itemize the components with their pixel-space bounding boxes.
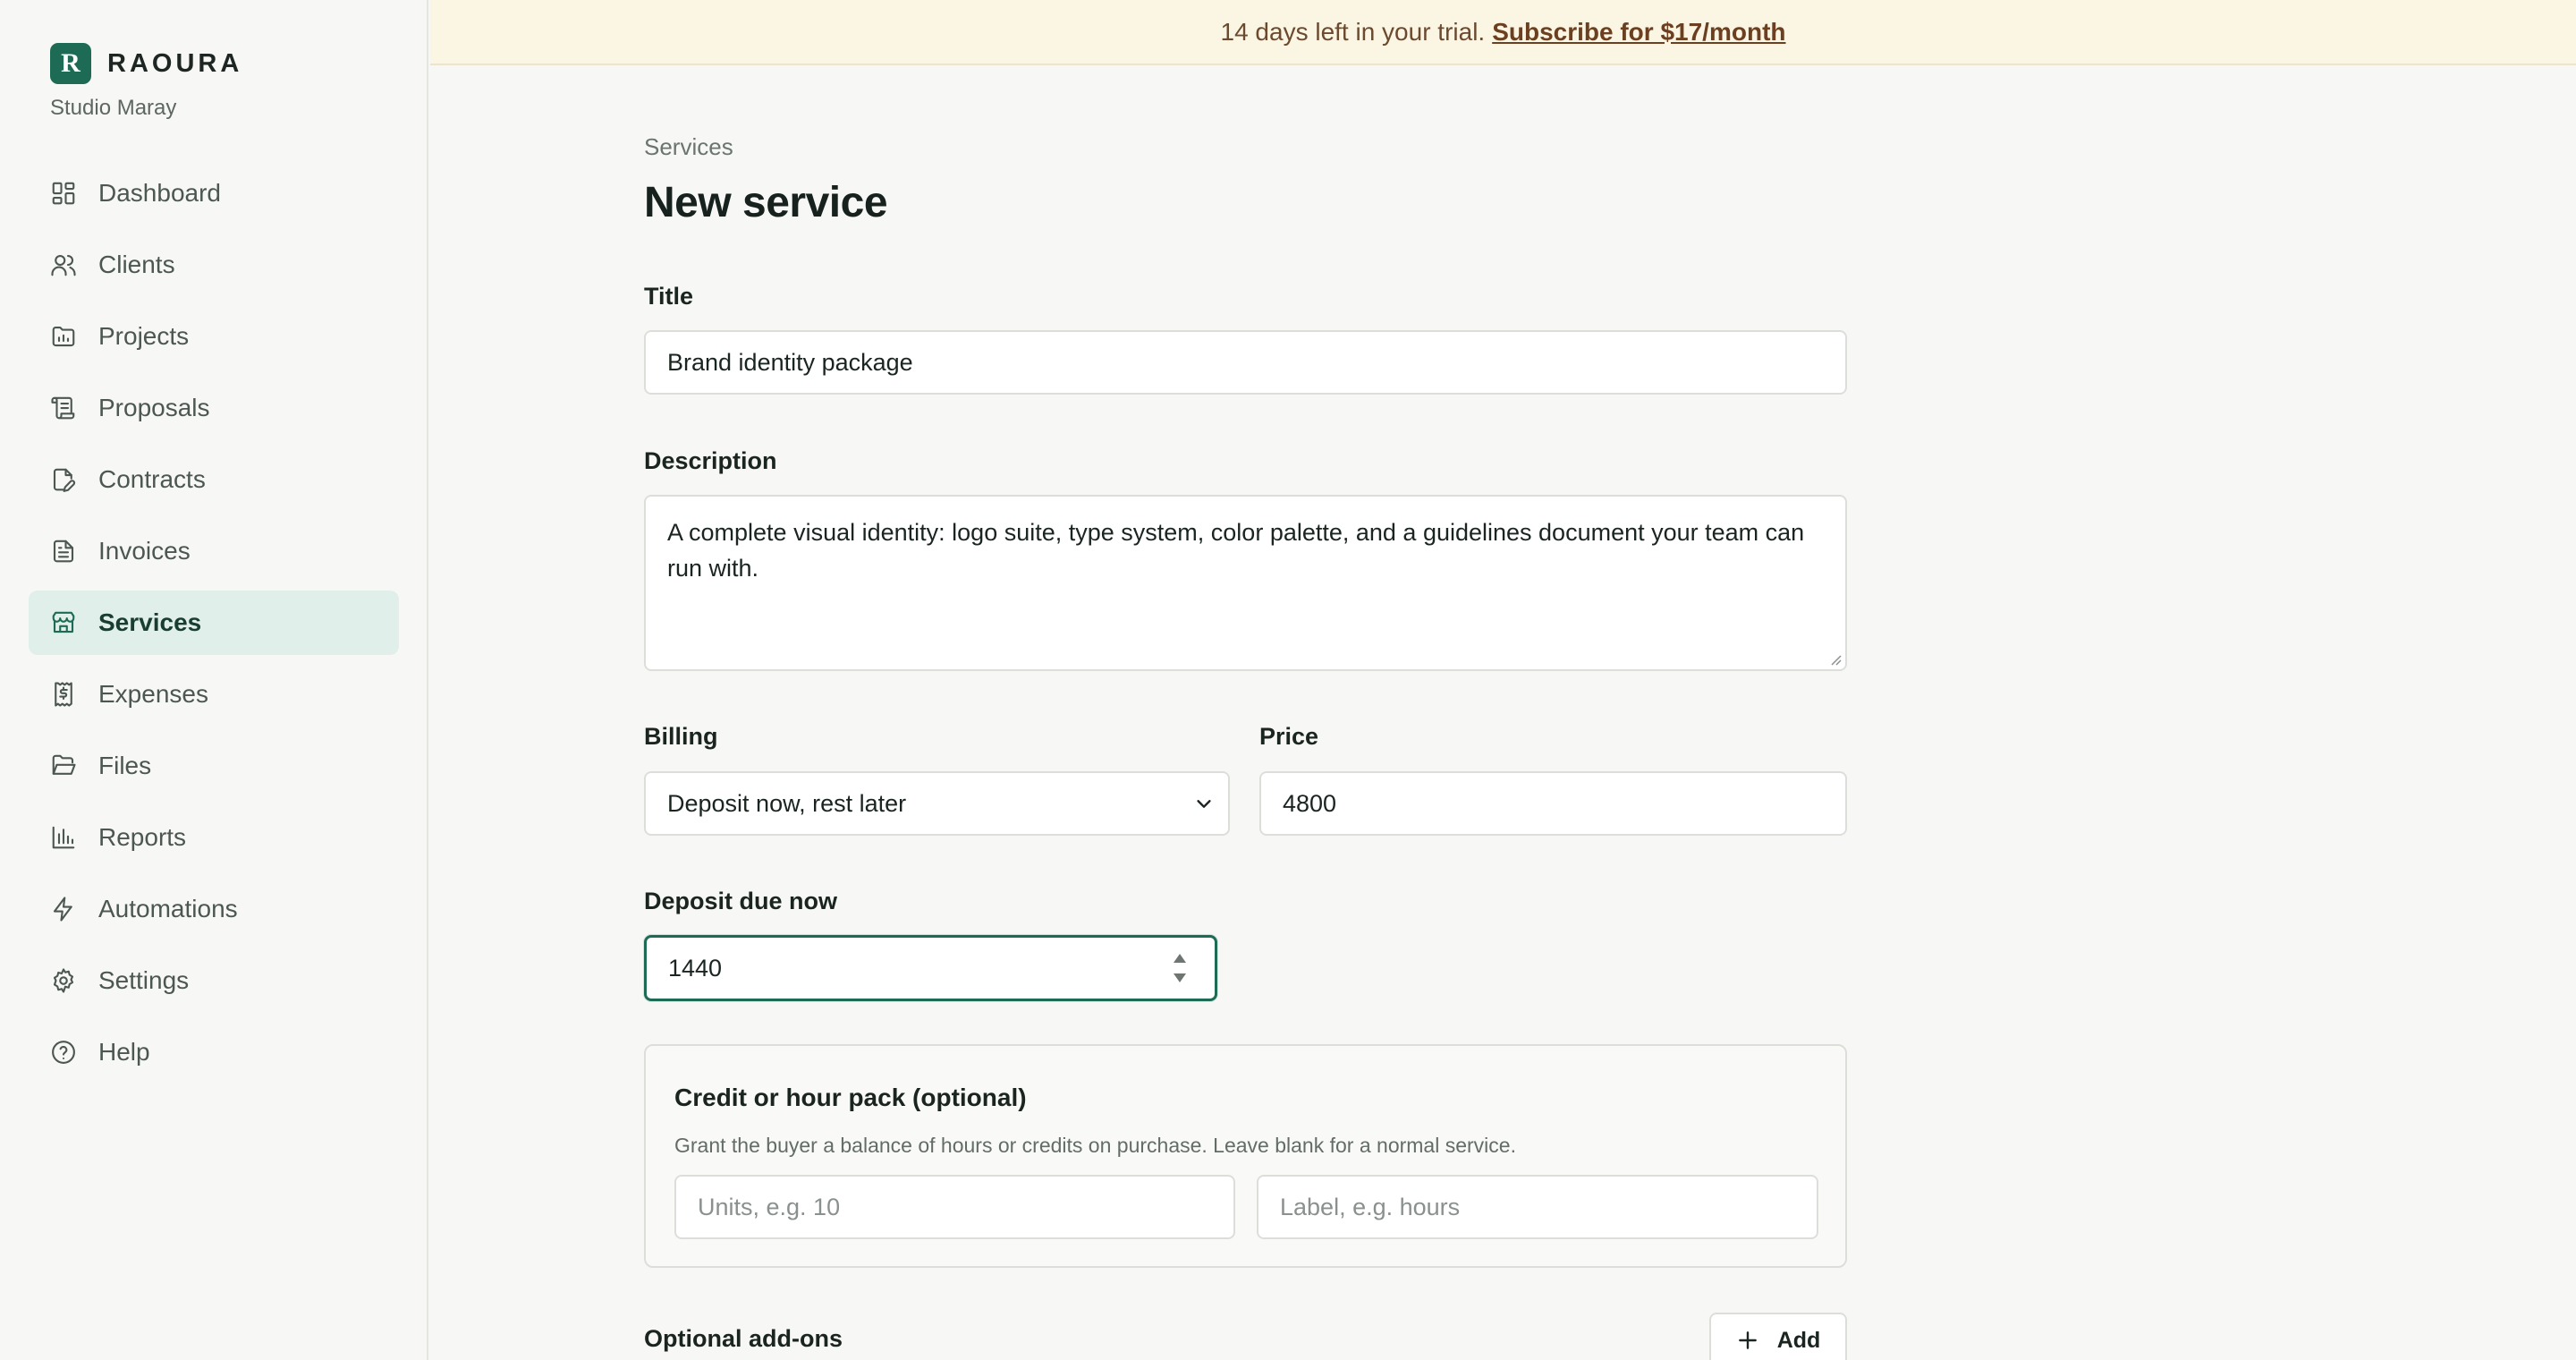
trial-banner-text: 14 days left in your trial. bbox=[1220, 17, 1486, 46]
sidebar-item-label: Settings bbox=[98, 966, 190, 994]
sidebar-item-label: Proposals bbox=[98, 394, 210, 421]
deposit-input[interactable]: 1440 bbox=[644, 935, 1217, 1001]
file-pen-icon bbox=[50, 466, 77, 493]
file-text-icon bbox=[50, 538, 77, 565]
plus-icon bbox=[1738, 1331, 1757, 1349]
sidebar-item-help[interactable]: Help bbox=[29, 1020, 399, 1084]
units-input[interactable]: Units, e.g. 10 bbox=[674, 1175, 1235, 1239]
sidebar-nav: Dashboard Clients Projects Proposals Con… bbox=[29, 161, 399, 1092]
subscribe-link[interactable]: Subscribe for $17/month bbox=[1492, 18, 1785, 47]
receipt-dollar-icon bbox=[50, 681, 77, 708]
sidebar-item-label: Contracts bbox=[98, 465, 206, 493]
sidebar-item-proposals[interactable]: Proposals bbox=[29, 376, 399, 440]
bar-chart-icon bbox=[50, 824, 77, 851]
billing-select[interactable]: Deposit now, rest later bbox=[644, 771, 1230, 836]
sidebar-item-settings[interactable]: Settings bbox=[29, 948, 399, 1013]
sidebar-item-expenses[interactable]: Expenses bbox=[29, 662, 399, 727]
unit-label-input[interactable]: Label, e.g. hours bbox=[1257, 1175, 1818, 1239]
sidebar-item-invoices[interactable]: Invoices bbox=[29, 519, 399, 583]
zap-icon bbox=[50, 896, 77, 922]
breadcrumb[interactable]: Services bbox=[644, 133, 733, 161]
store-icon bbox=[50, 609, 77, 636]
add-addon-button[interactable]: Add bbox=[1709, 1313, 1847, 1360]
sidebar: R RAOURA Studio Maray Dashboard Clients … bbox=[0, 0, 428, 1360]
folder-open-icon bbox=[50, 752, 77, 779]
billing-label: Billing bbox=[644, 723, 718, 750]
sidebar-item-label: Services bbox=[98, 608, 202, 636]
deposit-input-value: 1440 bbox=[668, 954, 723, 982]
sidebar-item-dashboard[interactable]: Dashboard bbox=[29, 161, 399, 225]
description-value: A complete visual identity: logo suite, … bbox=[667, 519, 1805, 582]
folder-chart-icon bbox=[50, 323, 77, 350]
resize-handle-icon[interactable] bbox=[1829, 653, 1842, 666]
dashboard-icon bbox=[50, 180, 77, 207]
users-icon bbox=[50, 251, 77, 278]
sidebar-item-label: Automations bbox=[98, 895, 238, 922]
sidebar-item-reports[interactable]: Reports bbox=[29, 805, 399, 870]
deposit-label: Deposit due now bbox=[644, 888, 837, 914]
title-label: Title bbox=[644, 283, 694, 310]
brand[interactable]: R RAOURA bbox=[50, 43, 242, 84]
title-input-value: Brand identity package bbox=[667, 348, 913, 376]
sidebar-item-label: Reports bbox=[98, 823, 187, 851]
credit-pack-title: Credit or hour pack (optional) bbox=[674, 1084, 1027, 1111]
addons-label: Optional add-ons bbox=[644, 1325, 843, 1352]
add-button-label: Add bbox=[1776, 1327, 1821, 1353]
units-placeholder: Units, e.g. 10 bbox=[698, 1193, 841, 1220]
sidebar-item-label: Help bbox=[98, 1038, 150, 1066]
credit-pack-card: Credit or hour pack (optional) Grant the… bbox=[644, 1044, 1847, 1268]
brand-name: RAOURA bbox=[107, 48, 243, 78]
sidebar-item-contracts[interactable]: Contracts bbox=[29, 447, 399, 512]
sidebar-item-label: Dashboard bbox=[98, 179, 221, 207]
unit-label-placeholder: Label, e.g. hours bbox=[1280, 1193, 1461, 1220]
billing-select-value: Deposit now, rest later bbox=[667, 789, 907, 817]
price-input-value: 4800 bbox=[1283, 789, 1337, 817]
trial-banner: 14 days left in your trial. Subscribe fo… bbox=[430, 0, 2576, 65]
chevron-down-icon bbox=[1197, 800, 1211, 808]
sidebar-item-label: Invoices bbox=[98, 537, 191, 565]
description-label: Description bbox=[644, 447, 777, 474]
price-label: Price bbox=[1259, 723, 1319, 750]
sidebar-item-label: Expenses bbox=[98, 680, 208, 708]
sidebar-item-files[interactable]: Files bbox=[29, 734, 399, 798]
sidebar-item-label: Projects bbox=[98, 322, 190, 350]
price-input[interactable]: 4800 bbox=[1259, 771, 1847, 836]
sidebar-item-projects[interactable]: Projects bbox=[29, 304, 399, 369]
gear-icon bbox=[50, 967, 77, 994]
sidebar-item-services[interactable]: Services bbox=[29, 591, 399, 655]
sidebar-item-clients[interactable]: Clients bbox=[29, 233, 399, 297]
number-spinner-icon[interactable] bbox=[1172, 950, 1188, 986]
scroll-icon bbox=[50, 395, 77, 421]
sidebar-item-label: Clients bbox=[98, 251, 175, 278]
brand-logo: R bbox=[50, 43, 91, 84]
page-title: New service bbox=[644, 179, 888, 226]
sidebar-item-automations[interactable]: Automations bbox=[29, 877, 399, 941]
workspace-name: Studio Maray bbox=[50, 96, 177, 120]
title-input[interactable]: Brand identity package bbox=[644, 330, 1847, 395]
credit-pack-description: Grant the buyer a balance of hours or cr… bbox=[674, 1134, 1516, 1157]
description-textarea[interactable]: A complete visual identity: logo suite, … bbox=[644, 495, 1847, 671]
help-circle-icon bbox=[50, 1039, 77, 1066]
sidebar-item-label: Files bbox=[98, 752, 152, 779]
